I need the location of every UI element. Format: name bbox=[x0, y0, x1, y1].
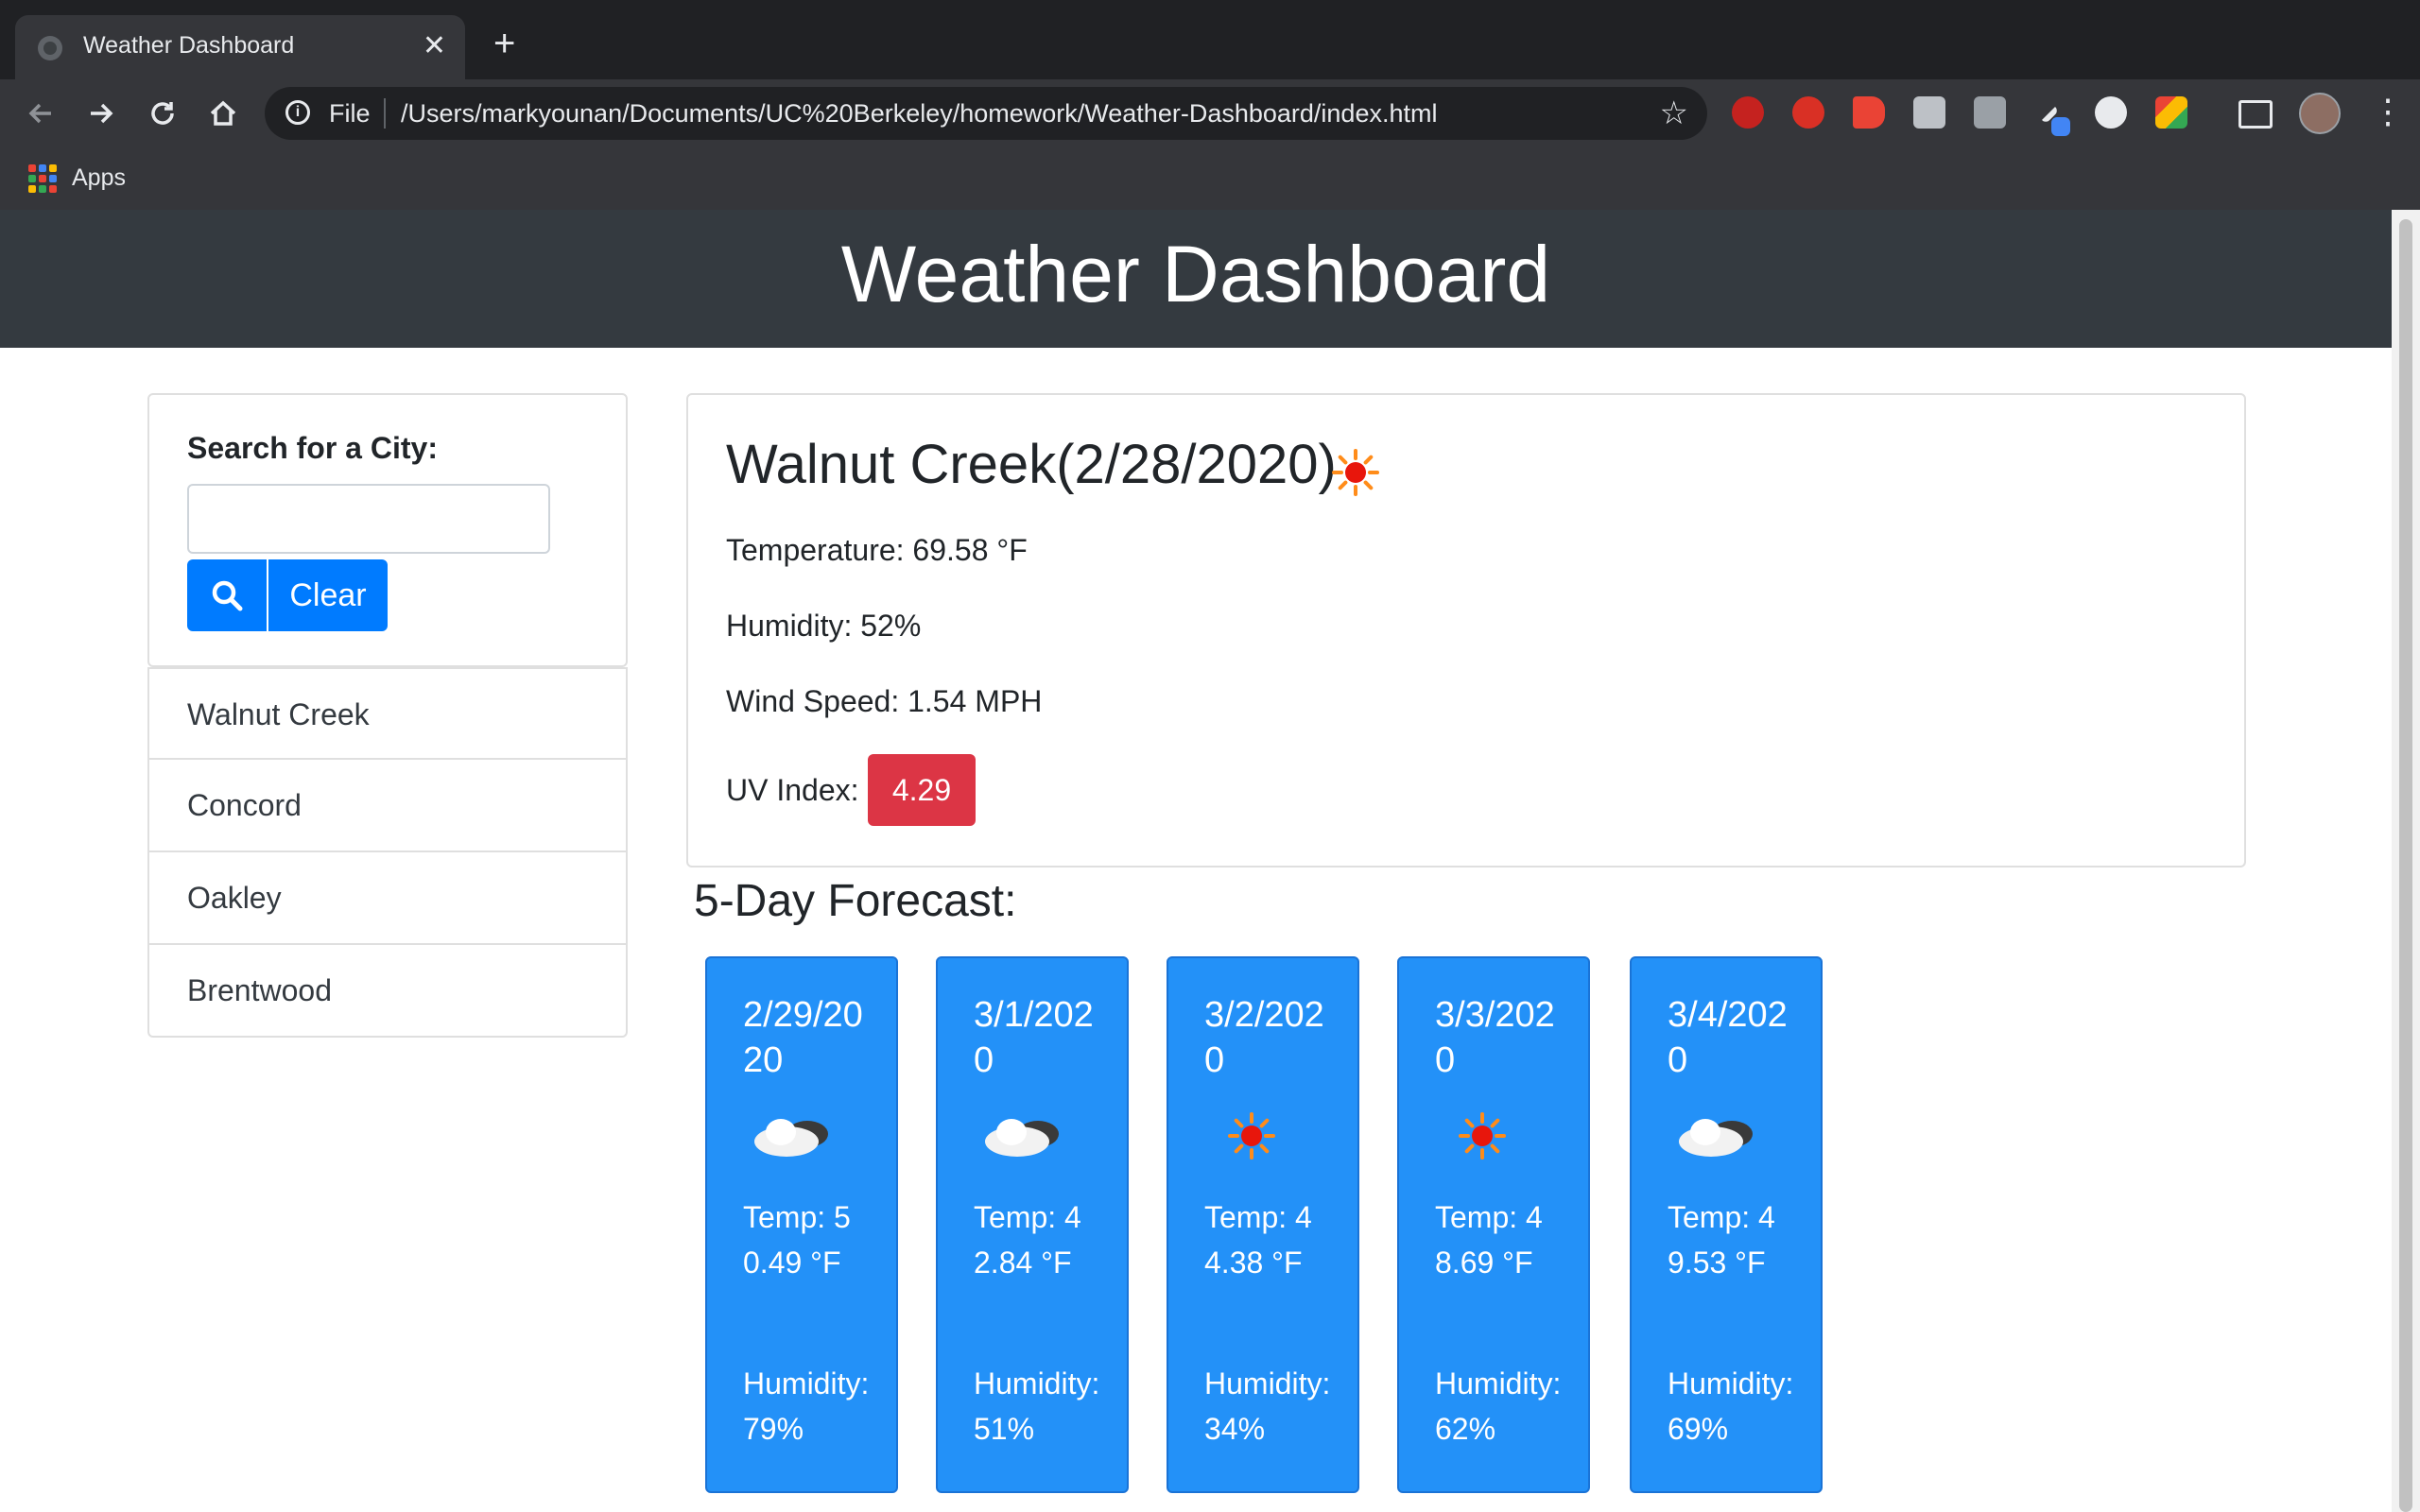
forecast-temp: Temp: 49.53 °F bbox=[1668, 1200, 1775, 1280]
forecast-temp: Temp: 48.69 °F bbox=[1435, 1200, 1543, 1280]
city-list-item[interactable]: Concord bbox=[147, 760, 628, 852]
forecast-date: 3/2/2020 bbox=[1204, 995, 1324, 1080]
current-city-heading: Walnut Creek(2/28/2020) bbox=[726, 434, 1337, 495]
scheme-label: File bbox=[329, 99, 371, 128]
info-icon[interactable]: i bbox=[285, 100, 310, 125]
extension-k-icon[interactable] bbox=[1974, 96, 2006, 129]
city-search-input[interactable] bbox=[187, 484, 550, 554]
reload-button[interactable] bbox=[144, 94, 182, 132]
browser-tab[interactable]: Weather Dashboard ✕ bbox=[15, 15, 465, 79]
extension-circle-icon[interactable] bbox=[2095, 96, 2127, 129]
forecast-date: 2/29/2020 bbox=[743, 995, 863, 1080]
forecast-date: 3/3/2020 bbox=[1435, 995, 1555, 1080]
sun-icon bbox=[1332, 449, 1379, 496]
search-history-list: Walnut Creek Concord Oakley Brentwood bbox=[147, 667, 628, 1038]
browser-toolbar: i File /Users/markyounan/Documents/UC%20… bbox=[0, 79, 2420, 147]
forecast-humidity: Humidity: 51% bbox=[974, 1366, 1100, 1446]
page-title: Weather Dashboard bbox=[840, 230, 1551, 318]
city-list-item[interactable]: Oakley bbox=[147, 852, 628, 945]
sun-icon bbox=[1459, 1112, 1506, 1160]
apps-bookmark[interactable]: Apps bbox=[72, 164, 126, 192]
forward-button[interactable] bbox=[81, 94, 119, 132]
new-tab-button[interactable]: + bbox=[493, 25, 515, 62]
extension-stop-icon[interactable] bbox=[1792, 96, 1824, 129]
clear-button[interactable]: Clear bbox=[268, 559, 388, 631]
forecast-title: 5-Day Forecast: bbox=[694, 876, 1017, 926]
forecast-date: 3/1/2020 bbox=[974, 995, 1094, 1080]
city-list-item[interactable]: Walnut Creek bbox=[147, 667, 628, 760]
current-temperature: Temperature: 69.58 °F bbox=[726, 533, 1028, 567]
url-text[interactable]: /Users/markyounan/Documents/UC%20Berkele… bbox=[401, 99, 1437, 129]
page-header: Weather Dashboard bbox=[0, 210, 2392, 348]
forecast-card: 3/2/2020 Temp: 44.38 °F Humidity: 34% bbox=[1167, 956, 1359, 1493]
sun-icon bbox=[1228, 1112, 1275, 1160]
web-page: Weather Dashboard Search for a City: Cle… bbox=[0, 210, 2420, 1512]
omnibox-divider bbox=[384, 98, 386, 129]
back-button[interactable] bbox=[23, 94, 60, 132]
cast-icon[interactable] bbox=[2238, 100, 2273, 129]
browser-tab-strip: Weather Dashboard ✕ + bbox=[0, 0, 2420, 79]
apps-grid-icon[interactable] bbox=[28, 164, 57, 193]
uv-index-label: UV Index: bbox=[726, 773, 859, 807]
back-arrow-icon bbox=[28, 103, 51, 124]
forecast-card: 3/4/2020 Temp: 49.53 °F Humidity: 69% bbox=[1630, 956, 1823, 1493]
forward-arrow-icon bbox=[91, 103, 113, 124]
current-wind-speed: Wind Speed: 1.54 MPH bbox=[726, 684, 1043, 718]
address-bar[interactable]: i File /Users/markyounan/Documents/UC%20… bbox=[265, 87, 1707, 140]
forecast-humidity: Humidity: 79% bbox=[743, 1366, 870, 1446]
forecast-card: 3/3/2020 Temp: 48.69 °F Humidity: 62% bbox=[1397, 956, 1590, 1493]
current-weather-card: Walnut Creek(2/28/2020) Temperature: 69.… bbox=[686, 393, 2246, 868]
forecast-card: 3/1/2020 Temp: 42.84 °F Humidity: 51% bbox=[936, 956, 1129, 1493]
cloud-icon bbox=[985, 1119, 1059, 1157]
extension-settings-icon[interactable] bbox=[1913, 96, 1945, 129]
globe-icon bbox=[38, 36, 62, 60]
bookmarks-bar: Apps bbox=[0, 147, 2420, 211]
forecast-temp: Temp: 50.49 °F bbox=[743, 1200, 851, 1280]
extension-record-icon[interactable] bbox=[1853, 96, 1885, 129]
forecast-humidity: Humidity: 62% bbox=[1435, 1366, 1562, 1446]
uv-index-badge: 4.29 bbox=[868, 754, 976, 826]
scrollbar-thumb[interactable] bbox=[2399, 219, 2412, 1512]
cloud-icon bbox=[754, 1119, 828, 1157]
bookmark-star-icon[interactable]: ☆ bbox=[1660, 94, 1688, 132]
search-button[interactable] bbox=[187, 559, 267, 631]
forecast-temp: Temp: 42.84 °F bbox=[974, 1200, 1081, 1280]
forecast-temp: Temp: 44.38 °F bbox=[1204, 1200, 1312, 1280]
profile-avatar[interactable] bbox=[2299, 93, 2341, 134]
current-humidity: Humidity: 52% bbox=[726, 609, 922, 643]
city-list-item[interactable]: Brentwood bbox=[147, 945, 628, 1038]
extension-colors-icon[interactable] bbox=[2155, 96, 2187, 129]
tab-title: Weather Dashboard bbox=[83, 32, 295, 59]
page-scrollbar[interactable] bbox=[2392, 210, 2420, 1512]
search-icon bbox=[212, 580, 243, 611]
cloud-icon bbox=[1679, 1119, 1753, 1157]
search-card: Search for a City: Clear bbox=[147, 393, 628, 667]
extension-badge-icon bbox=[2051, 117, 2070, 136]
tab-close-icon[interactable]: ✕ bbox=[423, 28, 446, 64]
home-icon bbox=[210, 100, 236, 126]
browser-menu-icon[interactable]: ⋮ bbox=[2371, 93, 2405, 130]
extension-help-icon[interactable] bbox=[1732, 96, 1764, 129]
forecast-card: 2/29/2020 Temp: 50.49 °F Humidity: 79% bbox=[705, 956, 898, 1493]
forecast-date: 3/4/2020 bbox=[1668, 995, 1788, 1080]
search-label: Search for a City: bbox=[187, 431, 438, 465]
forecast-humidity: Humidity: 69% bbox=[1668, 1366, 1794, 1446]
home-button[interactable] bbox=[204, 94, 242, 132]
reload-icon bbox=[151, 102, 174, 125]
forecast-humidity: Humidity: 34% bbox=[1204, 1366, 1331, 1446]
